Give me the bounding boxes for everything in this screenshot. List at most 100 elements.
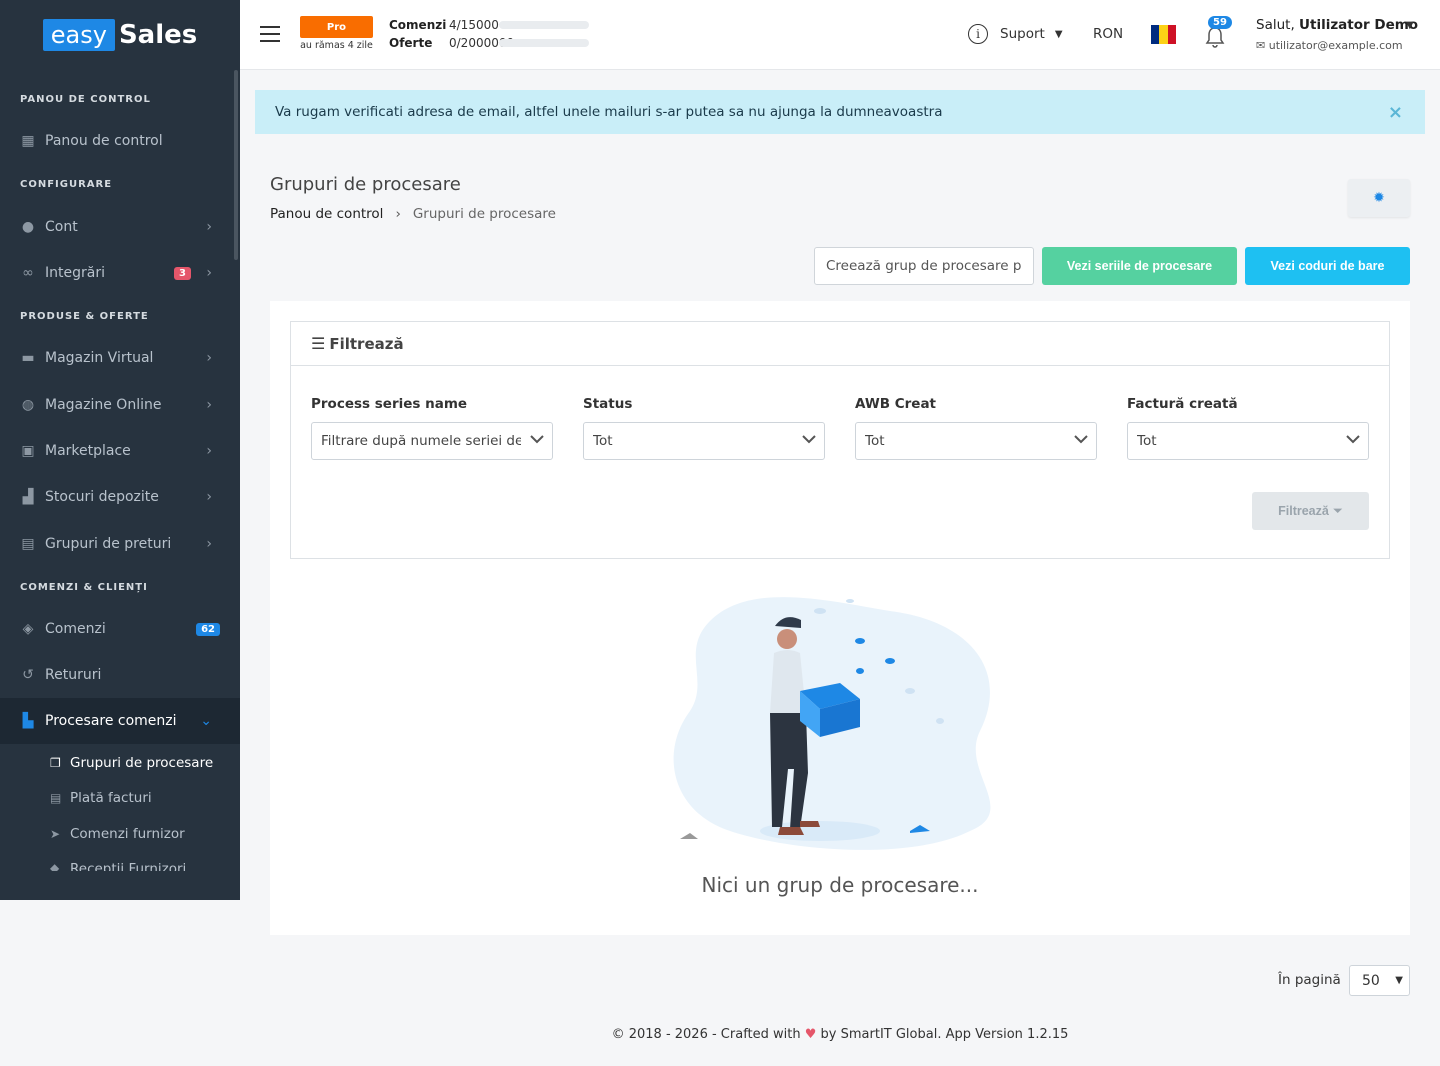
send-icon: ➤ [50,827,61,841]
footer-credits: by SmartIT Global. App Version 1.2.15 [820,1027,1069,1042]
empty-state-message: Nici un grup de procesare... [701,873,979,897]
section-panou: PANOU DE CONTROL [20,94,151,105]
sidebar-item-integrari[interactable]: ∞ Integrări 3 › [0,250,240,296]
filter-label-status: Status [583,396,633,412]
store-icon: ▬ [21,350,35,366]
copy-icon: ❐ [50,756,61,770]
calculator-icon: ▤ [21,536,35,552]
sidebar-item-label: Procesare comenzi [45,713,177,729]
close-icon[interactable]: × [1388,102,1403,123]
email-text: utilizator@example.com [1268,39,1403,52]
sidebar-item-cont[interactable]: ● Cont › [0,204,240,250]
chevron-down-icon [1346,435,1360,444]
boxes-icon: ▟ [22,489,34,505]
select-value: Tot [1137,433,1157,449]
section-configurare: CONFIGURARE [20,179,113,190]
subitem-grupuri-procesare[interactable]: ❐ Grupuri de procesare [50,745,213,781]
currency-selector[interactable]: RON [1093,26,1123,42]
subitem-label: Recepții Furnizori [70,861,187,871]
logo-sales: Sales [118,20,198,50]
bell-icon[interactable] [1205,26,1225,53]
main-card: ☰ Filtrează Process series name Filtrare… [270,301,1410,935]
comenzi-badge: 62 [196,622,220,636]
funnel-icon: ⏷ [1332,503,1343,518]
sidebar-item-stocuri[interactable]: ▟ Stocuri depozite › [0,474,240,520]
sidebar-item-magazine-online[interactable]: ◍ Magazine Online › [0,382,240,428]
sidebar-item-procesare-comenzi[interactable]: ▙ Procesare comenzi ⌄ [0,698,240,744]
chevron-down-icon [802,435,816,444]
sidebar-item-comenzi[interactable]: ◈ Comenzi 62 [0,606,240,652]
subitem-receptii-furnizori[interactable]: ◆ Recepții Furnizori [50,851,186,871]
chevron-down-icon [530,435,544,444]
plan-remaining: au rămas 4 zile [300,40,373,51]
sidebar: easy Sales PANOU DE CONTROL ▦ Panou de c… [0,0,240,900]
chevron-right-icon: › [206,397,212,413]
sidebar-item-grupuri-preturi[interactable]: ▤ Grupuri de preturi › [0,521,240,567]
language-flag-icon[interactable] [1151,25,1176,44]
filter-label-awb: AWB Creat [855,396,937,412]
sidebar-item-label: Panou de control [45,133,163,149]
view-barcodes-button[interactable]: Vezi coduri de bare [1245,247,1410,285]
user-caret-icon[interactable]: ▼ [1406,20,1414,31]
select-value: Tot [593,433,613,449]
view-series-button[interactable]: Vezi seriile de procesare [1042,247,1237,285]
support-dropdown[interactable]: i Suport ▼ [968,24,1063,44]
orders-label: Comenzi [389,18,447,32]
filter-header[interactable]: ☰ Filtrează [291,322,1389,366]
awb-select[interactable]: Tot [855,422,1097,460]
subitem-label: Plată facturi [70,790,152,806]
greeting-text: Salut, [1256,17,1295,33]
logo[interactable]: easy Sales [0,0,240,70]
bars-icon: ☰ [311,334,326,353]
notifications-badge: 59 [1208,16,1232,29]
subitem-label: Comenzi furnizor [70,826,185,842]
undo-icon: ↺ [22,667,34,683]
heart-icon: ♥ [804,1027,817,1042]
sidebar-item-marketplace[interactable]: ▣ Marketplace › [0,428,240,474]
email-alert: Va rugam verificati adresa de email, alt… [255,90,1425,134]
filter-panel: ☰ Filtrează Process series name Filtrare… [290,321,1390,559]
settings-button[interactable]: ✹ [1348,179,1410,217]
filter-label-series: Process series name [311,396,468,412]
money-icon: ▣ [21,443,35,459]
subitem-label: Grupuri de procesare [70,755,214,771]
subitem-comenzi-furnizor[interactable]: ➤ Comenzi furnizor [50,816,185,852]
top-header: Pro au rămas 4 zile Comenzi 4/15000 Ofer… [240,0,1440,70]
sidebar-item-label: Cont [45,219,78,235]
invoice-icon: ▤ [50,791,62,805]
user-greeting[interactable]: Salut, Utilizator Demo [1256,17,1418,33]
sidebar-item-label: Grupuri de preturi [45,536,172,552]
offers-label: Oferte [389,36,433,50]
invoice-select[interactable]: Tot [1127,422,1369,460]
create-group-input[interactable] [814,247,1034,285]
chevron-right-icon: › [395,206,401,222]
status-select[interactable]: Tot [583,422,825,460]
sidebar-item-magazin-virtual[interactable]: ▬ Magazin Virtual › [0,335,240,381]
dolly-icon: ▙ [22,713,34,729]
footer: © 2018 - 2026 - Crafted with ♥ by SmartI… [240,1027,1440,1042]
info-icon: i [968,24,988,44]
per-page-select[interactable]: 50 ▼ [1349,965,1410,996]
gear-icon: ✹ [1373,190,1385,206]
sidebar-item-label: Magazine Online [45,397,162,413]
chevron-right-icon: › [206,536,212,552]
plan-badge[interactable]: Pro [300,16,373,38]
offers-quota: Oferte 0/2000000 [389,36,589,50]
sidebar-item-retururi[interactable]: ↺ Retururi [0,652,240,698]
sidebar-item-dashboard[interactable]: ▦ Panou de control [0,118,240,164]
user-email: ✉ utilizator@example.com [1256,39,1403,52]
subitem-plata-facturi[interactable]: ▤ Plată facturi [50,780,152,816]
series-name-select[interactable]: Filtrare după numele seriei de p [311,422,553,460]
filter-button[interactable]: Filtrează ⏷ [1252,492,1369,530]
orders-progress [499,21,589,29]
breadcrumb: Panou de control › Grupuri de procesare [270,206,556,222]
filter-title: Filtrează [329,334,404,353]
menu-toggle-icon[interactable] [260,26,280,42]
offers-progress [499,39,589,47]
select-value: Tot [865,433,885,449]
breadcrumb-current: Grupuri de procesare [412,206,556,222]
chevron-down-icon: ⌄ [200,713,212,729]
orders-quota: Comenzi 4/15000 [389,18,589,32]
breadcrumb-home[interactable]: Panou de control [270,206,383,222]
offers-value: 0/2000000 [449,36,515,50]
